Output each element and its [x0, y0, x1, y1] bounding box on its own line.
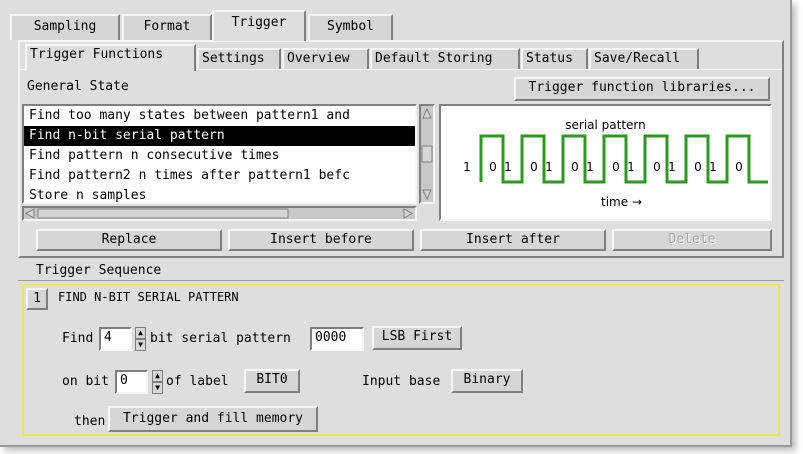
then-label: then: [74, 414, 106, 429]
subtab-status[interactable]: Status: [521, 48, 588, 70]
label-select-value: BIT0: [256, 372, 288, 387]
subtab-trigger-functions[interactable]: Trigger Functions: [25, 44, 196, 71]
bit-label: 1: [586, 160, 594, 174]
stepper-down-icon[interactable]: ▼: [152, 382, 163, 394]
step-number: 1: [33, 291, 41, 306]
time-axis-label: time →: [601, 195, 642, 209]
bit-label: 0: [530, 160, 538, 174]
delete-label: Delete: [668, 232, 716, 247]
bit-label: 0: [735, 160, 743, 174]
bit-label: 1: [545, 160, 553, 174]
input-base-button[interactable]: Binary: [451, 369, 523, 393]
list-horizontal-scrollbar[interactable]: [22, 206, 417, 221]
stepper-down-icon[interactable]: ▼: [135, 339, 146, 351]
trigger-sequence-label: Trigger Sequence: [36, 263, 162, 278]
replace-button[interactable]: Replace: [36, 229, 222, 251]
subtab-settings[interactable]: Settings: [197, 48, 281, 70]
scrollbar-arrows-icon: [421, 107, 433, 201]
subtab-label: Default Storing: [375, 51, 493, 66]
tab-symbol[interactable]: Symbol: [308, 14, 393, 40]
waveform-preview: serial pattern 10101010101010 time →: [439, 104, 772, 221]
bit-label: 1: [668, 160, 676, 174]
bit-count-input[interactable]: 4: [99, 327, 132, 351]
stepper-up-icon[interactable]: ▲: [152, 370, 163, 382]
input-base-value: Binary: [463, 372, 511, 387]
subtab-label: Settings: [202, 51, 265, 66]
list-item[interactable]: Store n samples: [24, 186, 415, 202]
of-label-label: of label: [166, 374, 229, 389]
insert-after-label: Insert after: [466, 232, 560, 247]
lsb-first-label: LSB First: [381, 329, 453, 344]
insert-before-button[interactable]: Insert before: [228, 229, 414, 251]
insert-before-label: Insert before: [270, 232, 372, 247]
tab-symbol-label: Symbol: [327, 19, 374, 34]
subtab-label: Status: [526, 51, 573, 66]
lsb-first-button[interactable]: LSB First: [372, 326, 462, 350]
list-item-label: Find n-bit serial pattern: [29, 128, 225, 143]
subtab-label: Overview: [287, 51, 350, 66]
list-item-label: Find too many states between pattern1 an…: [29, 108, 350, 123]
bit-label: 1: [627, 160, 635, 174]
bit-count-value: 4: [104, 330, 112, 345]
trigger-libraries-label: Trigger function libraries...: [528, 80, 756, 95]
insert-after-button[interactable]: Insert after: [420, 229, 606, 251]
tab-trigger[interactable]: Trigger: [212, 10, 306, 41]
bit-label: 0: [653, 160, 661, 174]
hscroll-arrows-icon: [24, 208, 414, 219]
then-action-label: Trigger and fill memory: [122, 411, 303, 426]
bit-label: 0: [612, 160, 620, 174]
subtab-label: Trigger Functions: [30, 47, 164, 62]
bit-label: 1: [504, 160, 512, 174]
list-vertical-scrollbar[interactable]: [419, 104, 435, 204]
list-item[interactable]: Find too many states between pattern1 an…: [24, 106, 415, 126]
subtab-save-recall[interactable]: Save/Recall: [589, 48, 699, 70]
bit-count-stepper[interactable]: ▲ ▼: [135, 327, 146, 351]
bit-serial-pattern-label: bit serial pattern: [150, 331, 291, 346]
stepper-up-icon[interactable]: ▲: [135, 327, 146, 339]
subtab-overview[interactable]: Overview: [282, 48, 369, 70]
trigger-libraries-button[interactable]: Trigger function libraries...: [514, 77, 770, 101]
subtab-default-storing[interactable]: Default Storing: [370, 48, 520, 70]
time-arrow-icon: →: [631, 195, 643, 209]
trigger-function-list[interactable]: Find too many states between pattern1 an…: [24, 106, 415, 202]
list-item-selected[interactable]: Find n-bit serial pattern: [24, 126, 415, 146]
bit-label: 0: [489, 160, 497, 174]
tab-sampling[interactable]: Sampling: [10, 14, 120, 40]
bit-label: 1: [709, 160, 717, 174]
time-label-text: time: [601, 195, 629, 209]
bit-label: 0: [571, 160, 579, 174]
step-number-button[interactable]: 1: [26, 288, 48, 310]
list-item-label: Store n samples: [29, 188, 147, 202]
replace-label: Replace: [101, 232, 157, 247]
tab-sampling-label: Sampling: [33, 19, 97, 34]
on-bit-value: 0: [120, 373, 128, 388]
bit-label: 1: [463, 160, 471, 174]
tab-format[interactable]: Format: [122, 14, 212, 40]
list-item-label: Find pattern n consecutive times: [29, 148, 280, 163]
bit-label: 0: [694, 160, 702, 174]
window-frame: Sampling Format Trigger Symbol Trigger F…: [0, 0, 792, 447]
subtab-label: Save/Recall: [594, 51, 681, 66]
list-item-label: Find pattern2 n times after pattern1 bef…: [29, 168, 350, 183]
list-item[interactable]: Find pattern n consecutive times: [24, 146, 415, 166]
step-title: FIND N-BIT SERIAL PATTERN: [58, 290, 239, 304]
on-bit-label: on bit: [62, 374, 109, 389]
pattern-value: 0000: [315, 330, 347, 345]
on-bit-stepper[interactable]: ▲ ▼: [152, 370, 163, 394]
find-label: Find: [62, 331, 94, 346]
delete-button[interactable]: Delete: [612, 229, 772, 251]
tab-trigger-label: Trigger: [231, 15, 287, 30]
then-action-button[interactable]: Trigger and fill memory: [108, 406, 318, 432]
tab-format-label: Format: [143, 19, 191, 34]
label-select-button[interactable]: BIT0: [244, 369, 300, 393]
list-item[interactable]: Find pattern2 n times after pattern1 bef…: [24, 166, 415, 186]
input-base-label: Input base: [362, 374, 441, 389]
pattern-input[interactable]: 0000: [310, 327, 364, 351]
on-bit-input[interactable]: 0: [115, 370, 148, 394]
waveform-line: [479, 134, 768, 184]
general-state-label: General State: [27, 79, 129, 94]
